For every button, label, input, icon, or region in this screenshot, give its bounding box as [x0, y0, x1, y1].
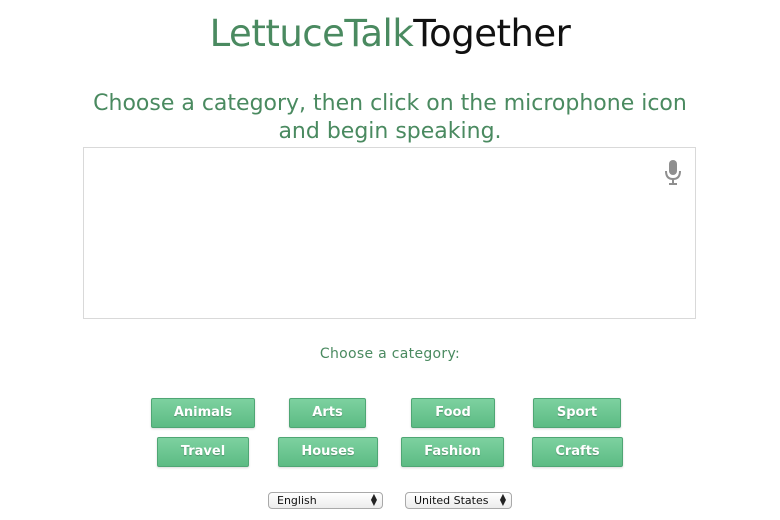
category-button-food[interactable]: Food	[411, 398, 495, 428]
choose-category-label: Choose a category:	[319, 346, 461, 362]
language-select[interactable]: English ▲ ▼	[268, 492, 383, 509]
speech-transcript-box[interactable]	[83, 147, 696, 319]
microphone-icon[interactable]	[664, 160, 682, 186]
logo-part-together: Together	[413, 12, 571, 55]
category-button-fashion[interactable]: Fashion	[401, 437, 504, 467]
category-button-sport[interactable]: Sport	[533, 398, 621, 428]
select-arrows-icon: ▲ ▼	[370, 492, 377, 507]
page: LettuceTalkTogether Choose a category, t…	[0, 0, 780, 520]
select-arrows-icon: ▲ ▼	[499, 492, 506, 507]
language-select-value: English	[277, 494, 317, 507]
category-button-animals[interactable]: Animals	[151, 398, 255, 428]
logo-part-lettucetalk: LettuceTalk	[209, 12, 414, 55]
region-select[interactable]: United States ▲ ▼	[405, 492, 512, 509]
category-button-arts[interactable]: Arts	[289, 398, 366, 428]
category-button-crafts[interactable]: Crafts	[532, 437, 623, 467]
instruction-text: Choose a category, then click on the mic…	[93, 91, 687, 144]
category-button-houses[interactable]: Houses	[278, 437, 378, 467]
region-select-value: United States	[414, 494, 489, 507]
site-logo: LettuceTalkTogether	[0, 12, 780, 56]
category-button-travel[interactable]: Travel	[157, 437, 249, 467]
